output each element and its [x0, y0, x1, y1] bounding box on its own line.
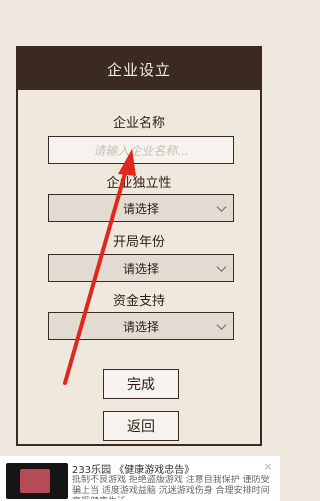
chevron-down-icon: [216, 320, 227, 330]
company-setup-dialog: 企业设立 企业名称 请输入企业名称... 企业独立性 请选择 开局年份 请选择 …: [16, 46, 262, 446]
company-name-placeholder: 请输入企业名称...: [93, 143, 189, 158]
close-icon[interactable]: ×: [262, 461, 274, 473]
funding-support-value: 请选择: [122, 319, 159, 334]
dialog-title: 企业设立: [106, 60, 171, 79]
ad-body-text: 抵制不良游戏 拒绝盗版游戏 注意自我保护 谨防受骗上当 适度游戏益脑 沉迷游戏伤…: [72, 475, 270, 499]
funding-support-label: 资金支持: [112, 294, 165, 309]
company-name-input[interactable]: 请输入企业名称...: [48, 136, 234, 164]
opening-year-value: 请选择: [122, 261, 159, 276]
funding-support-select[interactable]: 请选择: [48, 312, 234, 340]
opening-year-select[interactable]: 请选择: [48, 254, 234, 282]
dialog-header: 企业设立: [18, 48, 260, 90]
health-warning-ad-banner[interactable]: 233乐园 《健康游戏忠告》 抵制不良游戏 拒绝盗版游戏 注意自我保护 谨防受骗…: [0, 455, 280, 501]
back-button[interactable]: 返回: [103, 411, 179, 441]
done-button[interactable]: 完成: [103, 369, 179, 399]
chevron-down-icon: [216, 262, 227, 272]
ad-thumbnail-image: [6, 463, 68, 499]
company-name-label: 企业名称: [112, 116, 165, 131]
company-independence-select[interactable]: 请选择: [48, 194, 234, 222]
company-independence-value: 请选择: [122, 201, 159, 216]
ad-title-line: 233乐园 《健康游戏忠告》: [72, 461, 194, 476]
chevron-down-icon: [216, 202, 227, 212]
opening-year-label: 开局年份: [112, 235, 165, 250]
company-independence-label: 企业独立性: [106, 176, 172, 191]
